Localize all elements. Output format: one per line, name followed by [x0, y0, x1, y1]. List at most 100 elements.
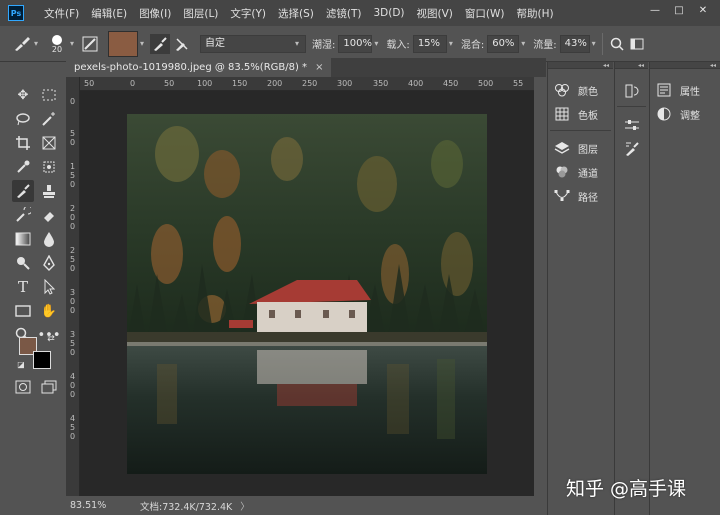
mix-chevron-icon[interactable]: ▾: [521, 39, 525, 48]
search-icon[interactable]: [607, 34, 627, 54]
panel-label-paths: 路径: [578, 192, 598, 204]
menu-3d[interactable]: 3D(D): [367, 7, 410, 19]
flow-label: 流量:: [533, 40, 557, 51]
mix-label: 混合:: [460, 40, 485, 51]
menu-filter[interactable]: 滤镜(T): [320, 6, 368, 21]
panel-tab-swatches[interactable]: 色板: [554, 104, 598, 124]
flow-input[interactable]: 43%: [559, 34, 590, 53]
menu-window[interactable]: 窗口(W): [459, 6, 511, 21]
horizontal-ruler[interactable]: 50 0 50 100 150 200 250 300 350 400 450 …: [80, 77, 534, 91]
history-brush-tool-icon[interactable]: [12, 204, 34, 226]
pen-tool-icon[interactable]: [38, 252, 60, 274]
document-photo[interactable]: [127, 114, 487, 474]
hand-tool-icon[interactable]: ✋: [38, 300, 60, 322]
brush-chevron-icon[interactable]: ▾: [70, 39, 74, 48]
wet-input[interactable]: 100%: [338, 34, 373, 53]
default-colors-icon[interactable]: ◪: [14, 357, 28, 371]
quick-mask-icon[interactable]: [12, 376, 34, 398]
close-button[interactable]: ✕: [694, 4, 712, 18]
crop-tool-icon[interactable]: [12, 132, 34, 154]
clone-stamp-tool-icon[interactable]: [38, 180, 60, 202]
zoom-level[interactable]: 83.51%: [70, 500, 130, 511]
flow-chevron-icon[interactable]: ▾: [592, 39, 596, 48]
panel-collapse-handle[interactable]: ◂◂: [548, 62, 613, 69]
ruler-h-label: 100: [197, 79, 213, 88]
menu-bar: Ps 文件(F) 编辑(E) 图像(I) 图层(L) 文字(Y) 选择(S) 滤…: [0, 0, 720, 26]
panel-column-2: ◂◂: [614, 62, 648, 515]
mix-input[interactable]: 60%: [487, 34, 520, 53]
mixer-brush-active-tool-icon[interactable]: [12, 180, 34, 202]
panel-collapse-handle[interactable]: ◂◂: [650, 62, 720, 69]
menu-file[interactable]: 文件(F): [38, 6, 85, 21]
ruler-v-label: 0: [70, 213, 76, 222]
maximize-button[interactable]: □: [670, 4, 688, 18]
magic-wand-tool-icon[interactable]: [38, 108, 60, 130]
swap-colors-icon[interactable]: ⇄: [44, 332, 58, 346]
panel-collapse-handle[interactable]: ◂◂: [615, 62, 648, 69]
ruler-v-label: 0: [70, 390, 76, 399]
brush-settings-panel-icon[interactable]: [621, 114, 643, 136]
marquee-tool-icon[interactable]: [38, 84, 60, 106]
panel-tab-color[interactable]: 颜色: [554, 80, 598, 100]
menu-image[interactable]: 图像(I): [133, 6, 177, 21]
load-input[interactable]: 15%: [412, 34, 447, 53]
vertical-ruler[interactable]: 0 5 0 1 5 0 2 0 0 2 5 0 3 0 0 3 5 0 4 0 …: [66, 77, 80, 497]
status-menu-chevron-icon[interactable]: 〉: [240, 499, 250, 513]
screen-mode-icon[interactable]: [38, 376, 60, 398]
lasso-tool-icon[interactable]: [12, 108, 34, 130]
document-tab[interactable]: pexels-photo-1019980.jpeg @ 83.5%(RGB/8)…: [66, 58, 332, 77]
mixer-brush-tool-icon[interactable]: [12, 34, 32, 54]
current-brush-load-swatch[interactable]: [108, 30, 139, 57]
panel-tab-adjustments[interactable]: 调整: [656, 104, 700, 124]
palette-icon: [554, 82, 570, 98]
type-tool-icon[interactable]: T: [12, 276, 34, 298]
minimize-button[interactable]: —: [646, 4, 664, 18]
frame-tool-icon[interactable]: [38, 132, 60, 154]
brush-preset-picker[interactable]: 20: [46, 34, 68, 54]
menu-view[interactable]: 视图(V): [411, 6, 459, 21]
load-chevron-icon[interactable]: ▾: [449, 39, 453, 48]
rectangle-tool-icon[interactable]: [12, 300, 34, 322]
clean-brush-icon[interactable]: [172, 34, 192, 54]
panel-tab-properties[interactable]: 属性: [656, 80, 700, 100]
ruler-v-label: 0: [70, 222, 76, 231]
watermark-text: 知乎 @高手课: [566, 478, 687, 500]
blur-tool-icon[interactable]: [38, 228, 60, 250]
menu-layer[interactable]: 图层(L): [177, 6, 224, 21]
menu-type[interactable]: 文字(Y): [224, 6, 272, 21]
eyedropper-tool-icon[interactable]: [12, 156, 34, 178]
tool-preset-chevron-icon[interactable]: ▾: [34, 39, 38, 48]
blend-preset-select[interactable]: 自定 ▾: [200, 34, 307, 53]
ruler-v-label: 5: [70, 129, 76, 138]
background-color-swatch[interactable]: [33, 351, 51, 369]
menu-edit[interactable]: 编辑(E): [85, 6, 133, 21]
menu-help[interactable]: 帮助(H): [511, 6, 560, 21]
dodge-tool-icon[interactable]: [12, 252, 34, 274]
ruler-h-label: 250: [302, 79, 318, 88]
ruler-h-label: 50: [84, 79, 95, 88]
menu-select[interactable]: 选择(S): [272, 6, 320, 21]
panel-column-1: ◂◂ 颜色 色板 图层 通道 路径: [547, 62, 613, 515]
path-selection-tool-icon[interactable]: [38, 276, 60, 298]
history-panel-icon[interactable]: [621, 80, 643, 102]
healing-brush-tool-icon[interactable]: [38, 156, 60, 178]
eraser-tool-icon[interactable]: [38, 204, 60, 226]
panel-tab-channels[interactable]: 通道: [554, 162, 598, 182]
tab-close-icon[interactable]: ×: [315, 62, 323, 73]
load-swatch-chevron-icon[interactable]: ▾: [140, 39, 144, 48]
panel-label-layers: 图层: [578, 144, 598, 156]
ruler-v-label: 4: [70, 414, 76, 423]
brushes-panel-icon[interactable]: [621, 138, 643, 160]
move-tool-icon[interactable]: ✥: [12, 84, 34, 106]
paths-icon: [554, 188, 570, 204]
wet-chevron-icon[interactable]: ▾: [374, 39, 378, 48]
load-brush-icon[interactable]: [150, 33, 171, 54]
workspace-icon[interactable]: [627, 34, 647, 54]
panel-tab-layers[interactable]: 图层: [554, 138, 598, 158]
layers-icon: [554, 140, 570, 156]
ruler-v-label: 0: [70, 264, 76, 273]
panel-label-channels: 通道: [578, 168, 598, 180]
brush-settings-icon[interactable]: [80, 34, 100, 54]
panel-tab-paths[interactable]: 路径: [554, 186, 598, 206]
gradient-tool-icon[interactable]: [12, 228, 34, 250]
